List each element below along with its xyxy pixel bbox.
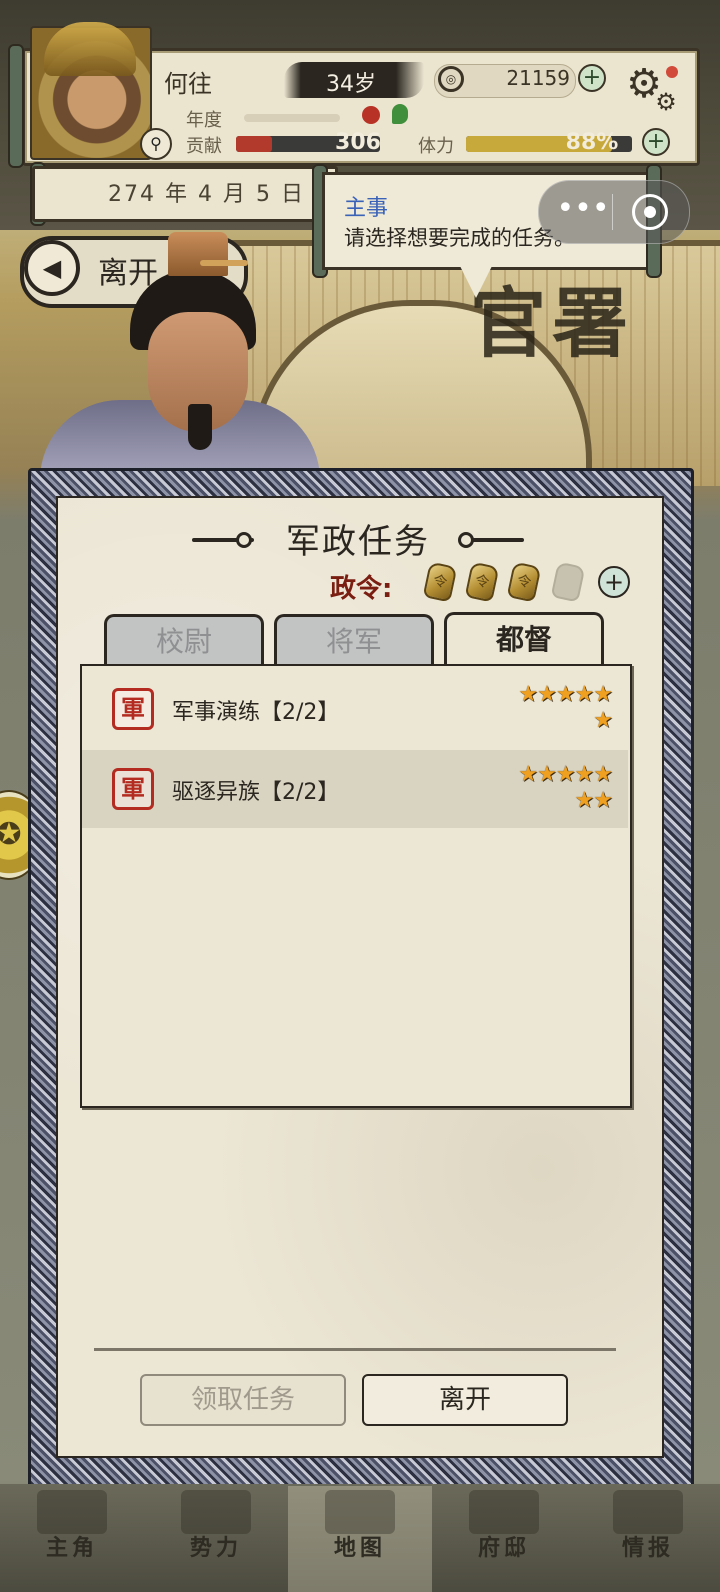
star-icon: ★★★★★	[518, 762, 613, 787]
tab-dudu[interactable]: 都督	[444, 612, 604, 668]
small-gear-icon: ⚙	[655, 88, 677, 116]
stamina-label: 体力	[418, 136, 454, 157]
contribution-label: 贡献	[186, 136, 222, 157]
army-seal-icon: 軍	[112, 688, 154, 730]
nav-mansion[interactable]: 府邸	[432, 1530, 576, 1562]
star-icon: ★★★★★	[518, 682, 613, 707]
official-hat	[168, 232, 228, 276]
notification-dot	[666, 66, 678, 78]
star-icon: ★	[593, 708, 613, 733]
hero-icon	[37, 1490, 107, 1534]
dialog-title: 军政任务	[286, 522, 430, 562]
nav-map[interactable]: 地图	[288, 1530, 432, 1562]
divider	[94, 1348, 616, 1351]
tab-jiangjun[interactable]: 将军	[274, 614, 434, 666]
star-rating: ★★★★★ ★	[482, 682, 613, 734]
tab-xiaowei[interactable]: 校尉	[104, 614, 264, 666]
ornament-knot-right	[458, 532, 474, 548]
add-decree-button[interactable]: +	[598, 566, 630, 598]
speaker-name: 主事	[344, 196, 389, 221]
back-arrow-icon[interactable]: ◀	[24, 240, 80, 296]
contribution-bar-fill	[236, 136, 272, 152]
star-rating: ★★★★★ ★★	[482, 762, 613, 814]
coin-icon: ◎	[438, 66, 464, 92]
accept-task-button[interactable]: 领取任务	[140, 1374, 346, 1426]
more-options-icon[interactable]: •••	[552, 186, 614, 236]
building-sign: 官署	[470, 279, 634, 368]
nav-hero[interactable]: 主角	[0, 1530, 144, 1562]
player-age: 34岁	[326, 72, 376, 97]
speech-bubble-tail	[458, 262, 494, 298]
contribution-value: 306	[335, 130, 381, 155]
decree-label: 政令:	[330, 574, 393, 604]
capsule-divider	[612, 194, 613, 230]
ornament-knot-left	[236, 532, 252, 548]
green-gem-icon	[392, 104, 408, 124]
year-label: 年度	[186, 110, 222, 131]
coin-value: 21159	[506, 66, 570, 90]
red-gem-icon	[362, 106, 380, 124]
faction-icon	[181, 1490, 251, 1534]
nav-intel[interactable]: 情报	[576, 1530, 720, 1562]
official-beard	[188, 404, 212, 450]
intel-icon	[613, 1490, 683, 1534]
army-seal-icon: 軍	[112, 768, 154, 810]
player-name: 何往	[164, 70, 212, 98]
leave-button[interactable]: 离开	[362, 1374, 568, 1426]
map-icon	[325, 1490, 395, 1534]
scroll-roller	[8, 44, 24, 168]
task-label: 驱逐异族【2/2】	[172, 780, 340, 805]
task-label: 军事演练【2/2】	[172, 700, 340, 725]
add-stamina-button[interactable]: +	[642, 128, 670, 156]
stamina-value: 88%	[565, 130, 619, 155]
close-miniprogram-dot	[644, 206, 656, 218]
star-icon: ★★	[574, 788, 613, 813]
nav-faction[interactable]: 势力	[144, 1530, 288, 1562]
year-progress-bar	[244, 114, 340, 122]
game-date: 274 年 4 月 5 日	[108, 182, 305, 207]
search-icon[interactable]: ⚲	[140, 128, 172, 160]
official-hat-pin	[200, 260, 248, 266]
add-coins-button[interactable]: +	[578, 64, 606, 92]
mansion-icon	[469, 1490, 539, 1534]
